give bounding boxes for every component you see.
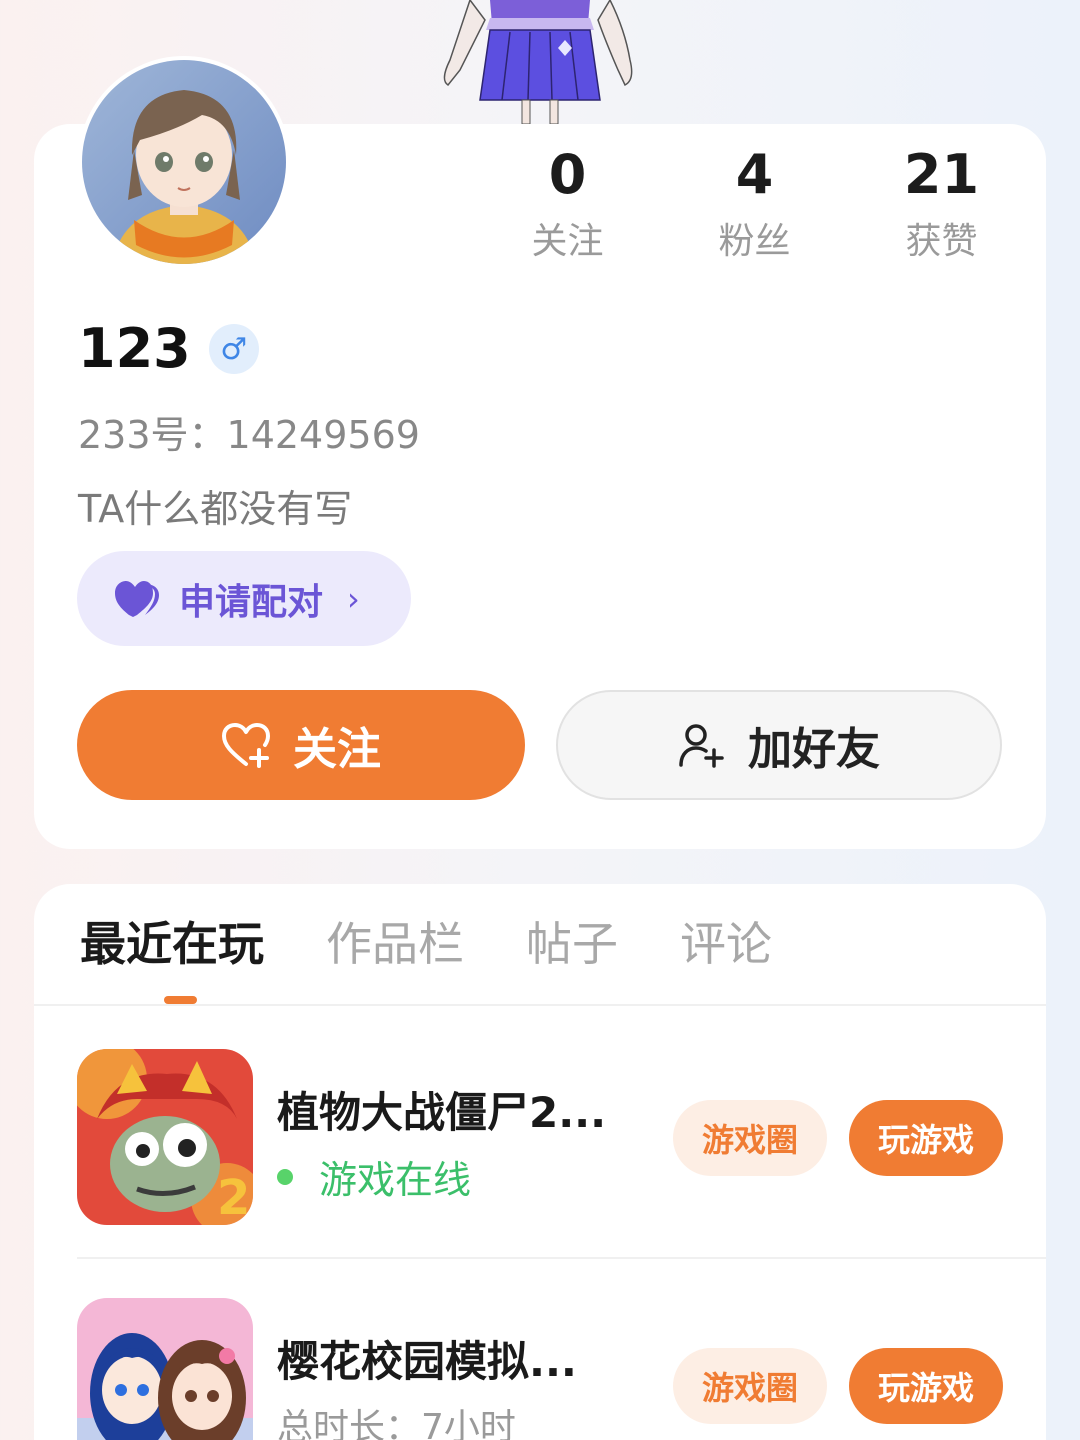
svg-text:2: 2 (217, 1170, 250, 1225)
heart-plus-icon (222, 723, 270, 768)
stat-likes[interactable]: 21 获赞 (848, 140, 1035, 264)
follow-label: 关注 (293, 724, 381, 775)
tab-divider (34, 1004, 1046, 1006)
avatar-image (82, 60, 286, 264)
stat-value: 21 (903, 143, 980, 206)
name-row: 123 ♂ (78, 318, 259, 380)
tab-works[interactable]: 作品栏 (326, 914, 464, 974)
online-dot-icon (277, 1168, 293, 1185)
active-tab-indicator (164, 996, 197, 1004)
stat-following[interactable]: 0 关注 (474, 140, 661, 264)
male-icon: ♂ (208, 324, 259, 374)
game-icon-pvz2[interactable]: 2 (77, 1049, 253, 1225)
request-pair-button[interactable]: 申请配对 › (77, 551, 411, 646)
play-game-button[interactable]: 玩游戏 (849, 1100, 1003, 1176)
stat-fans[interactable]: 4 粉丝 (661, 140, 848, 264)
username: 123 (78, 317, 191, 380)
profile-tabs: 最近在玩 作品栏 帖子 评论 (80, 914, 834, 974)
activity-card: 最近在玩 作品栏 帖子 评论 2 植物大战僵尸2... 游戏在线 游戏圈 玩游戏… (34, 884, 1046, 1440)
list-item[interactable]: 樱花校园模拟... 总时长：7小时 游戏圈 玩游戏 (77, 1298, 1003, 1440)
stat-label: 获赞 (905, 221, 978, 262)
user-plus-icon (679, 724, 724, 768)
play-game-button[interactable]: 玩游戏 (849, 1348, 1003, 1424)
game-circle-button[interactable]: 游戏圈 (673, 1348, 827, 1424)
chevron-right-icon: › (347, 579, 360, 618)
game-playtime: 总时长：7小时 (277, 1407, 516, 1440)
add-friend-button[interactable]: 加好友 (556, 690, 1002, 800)
stat-label: 关注 (531, 221, 604, 262)
profile-banner-figure (430, 0, 650, 125)
game-icon-sakura-school[interactable] (77, 1298, 253, 1440)
list-item[interactable]: 2 植物大战僵尸2... 游戏在线 游戏圈 玩游戏 (77, 1049, 1003, 1229)
tab-comments[interactable]: 评论 (680, 914, 772, 974)
user-bio: TA什么都没有写 (78, 487, 353, 531)
tab-posts[interactable]: 帖子 (526, 914, 618, 974)
user-id: 233号：14249569 (78, 413, 420, 457)
profile-stats: 0 关注 4 粉丝 21 获赞 (474, 140, 1035, 264)
stat-value: 4 (735, 143, 774, 206)
game-title: 樱花校园模拟... (277, 1337, 577, 1386)
avatar[interactable] (78, 56, 290, 268)
follow-button[interactable]: 关注 (77, 690, 525, 800)
tab-recent-playing[interactable]: 最近在玩 (80, 914, 264, 974)
add-friend-label: 加好友 (748, 724, 880, 775)
game-title: 植物大战僵尸2... (277, 1088, 607, 1137)
request-pair-label: 申请配对 (179, 581, 324, 623)
stat-value: 0 (548, 143, 587, 206)
stat-label: 粉丝 (718, 221, 791, 262)
heart-pair-icon (115, 580, 159, 617)
game-status: 游戏在线 (277, 1149, 471, 1204)
game-status-text: 游戏在线 (319, 1158, 472, 1202)
list-divider (77, 1257, 1046, 1259)
game-circle-button[interactable]: 游戏圈 (673, 1100, 827, 1176)
